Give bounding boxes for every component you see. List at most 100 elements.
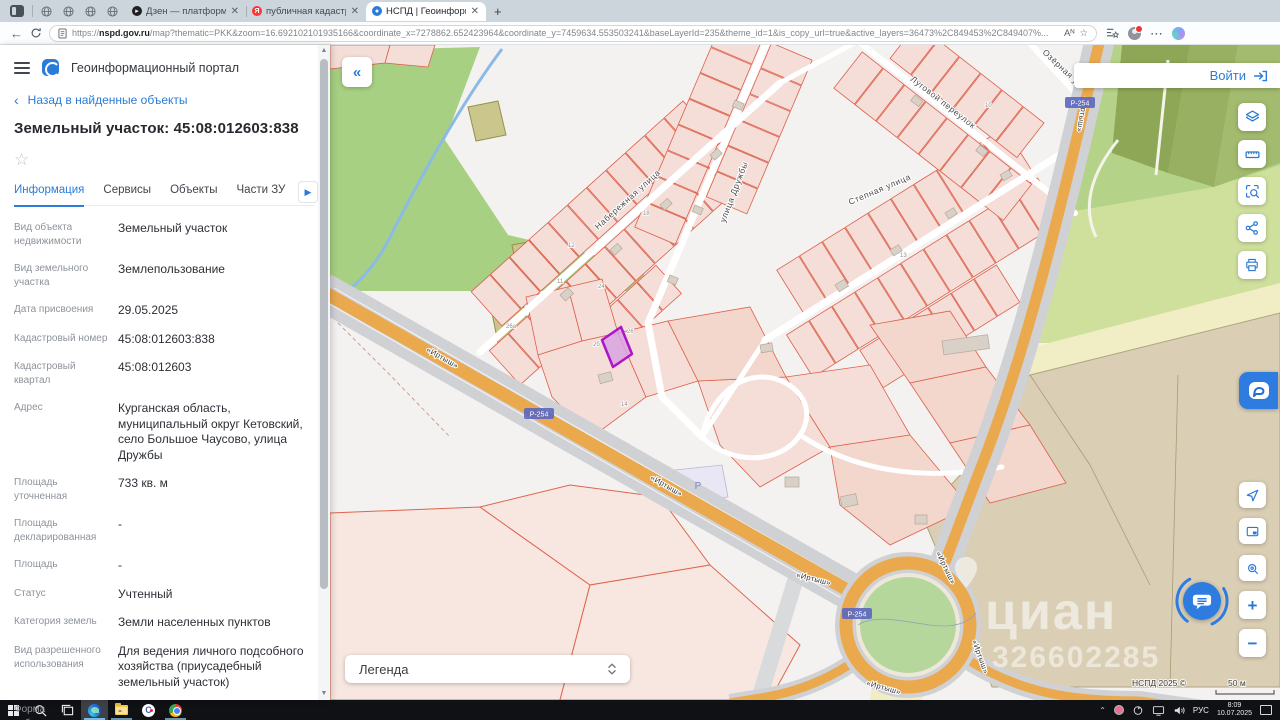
- legend-toggle[interactable]: Легенда: [345, 655, 630, 683]
- globe-icon[interactable]: [107, 6, 118, 17]
- zoom-out-button[interactable]: −: [1239, 629, 1266, 657]
- search-location-icon: [1255, 571, 1258, 574]
- svg-text:Р-254: Р-254: [1071, 101, 1090, 108]
- field-row: Площадь уточненная733 кв. м: [14, 469, 314, 510]
- tray-expand-icon[interactable]: ⌃: [1099, 706, 1106, 715]
- divider: [32, 5, 33, 17]
- globe-icon[interactable]: [41, 6, 52, 17]
- scrollbar-thumb[interactable]: [320, 59, 328, 589]
- tab-parcel-parts[interactable]: Части ЗУ: [237, 184, 286, 205]
- tab-close-icon[interactable]: ✕: [350, 6, 360, 17]
- field-row: Вид разрешенного использованияДля ведени…: [14, 637, 314, 697]
- field-row: Кадастровый номер45:08:012603:838: [14, 325, 314, 354]
- refresh-icon[interactable]: [30, 27, 42, 39]
- legend-label: Легенда: [359, 662, 408, 677]
- dzen-favicon: ▸: [132, 6, 142, 16]
- globe-icon[interactable]: [85, 6, 96, 17]
- measure-button[interactable]: [1238, 140, 1266, 168]
- field-row: Дата присвоения29.05.2025: [14, 296, 314, 325]
- map-canvas[interactable]: Набережная улица улица Дружбы Степная ул…: [330, 45, 1280, 700]
- favorite-star-icon[interactable]: ☆: [1079, 28, 1088, 39]
- locate-me-button[interactable]: [1239, 482, 1266, 508]
- tabs-scroll-right-button[interactable]: ▶: [298, 181, 318, 203]
- browser-addressbar: ← https://nspd.gov.ru/map?thematic=PKK&z…: [0, 22, 1280, 45]
- parcel-number: 12: [568, 243, 575, 249]
- parcel-title: Земельный участок: 45:08:012603:838: [14, 120, 314, 137]
- location-arrow-icon: [1247, 490, 1258, 501]
- hamburger-menu-icon[interactable]: [14, 62, 30, 74]
- zoom-in-button[interactable]: +: [1239, 591, 1266, 619]
- scroll-down-icon[interactable]: ▼: [318, 688, 330, 700]
- portal-logo-icon: [42, 59, 59, 76]
- favorites-list-icon[interactable]: [1106, 27, 1119, 39]
- tab-title: публичная кадастровая карта —: [266, 6, 346, 17]
- clock[interactable]: 8:09 10.07.2025: [1217, 702, 1252, 718]
- tab-objects[interactable]: Объекты: [170, 184, 217, 205]
- language-indicator[interactable]: РУС: [1193, 706, 1209, 715]
- collapse-panel-button[interactable]: «: [342, 57, 372, 87]
- back-icon[interactable]: ←: [10, 27, 23, 40]
- chat-bubble-icon: [1192, 592, 1212, 611]
- scroll-up-icon[interactable]: ▲: [318, 45, 330, 57]
- browser-tab[interactable]: Я публичная кадастровая карта — ✕: [246, 2, 366, 21]
- panel-scrollbar[interactable]: ▲ ▼: [318, 45, 330, 700]
- volume-icon[interactable]: [1173, 705, 1185, 716]
- login-button[interactable]: Войти: [1074, 63, 1280, 88]
- url-text: https://nspd.gov.ru/map?thematic=PKK&zoo…: [72, 28, 1059, 38]
- browser-tab[interactable]: ▸ Дзен — платформа для просмо ✕: [126, 2, 246, 21]
- page-icon[interactable]: [58, 28, 67, 39]
- tab-close-icon[interactable]: ✕: [230, 6, 240, 17]
- messenger-button[interactable]: [1239, 372, 1278, 409]
- tab-close-icon[interactable]: ✕: [470, 6, 480, 17]
- parcel-number: 24: [598, 284, 605, 290]
- back-link-label: Назад в найденные объекты: [28, 93, 188, 107]
- mini-map-button[interactable]: [1239, 518, 1266, 544]
- new-tab-button[interactable]: +: [494, 4, 502, 19]
- tray-sync-icon[interactable]: [1132, 705, 1144, 716]
- support-chat-button[interactable]: [1174, 573, 1230, 629]
- globe-icon[interactable]: [63, 6, 74, 17]
- field-row: Категория земельЗемли населенных пунктов: [14, 608, 314, 637]
- browser-actions: ⋯: [1106, 27, 1185, 40]
- notification-center-icon[interactable]: [1260, 705, 1272, 715]
- url-bar[interactable]: https://nspd.gov.ru/map?thematic=PKK&zoo…: [49, 25, 1097, 42]
- tab-services[interactable]: Сервисы: [103, 184, 151, 205]
- parcel-number: 26а: [506, 324, 517, 330]
- yandex-favicon: Я: [252, 6, 262, 16]
- area-search-button[interactable]: [1238, 177, 1266, 205]
- parcel-number: 18: [643, 211, 650, 217]
- field-row: Площадь-: [14, 551, 314, 580]
- svg-text:326602285: 326602285: [992, 641, 1160, 674]
- browser-tab-active[interactable]: ● НСПД | Геоинформационный по ✕: [366, 2, 486, 21]
- coordinate-search-button[interactable]: [1239, 555, 1266, 581]
- pinned-tabs[interactable]: [41, 6, 118, 17]
- copilot-icon[interactable]: [1172, 27, 1185, 40]
- field-row: Вид земельного участкаЗемлепользование: [14, 255, 314, 296]
- scale-label: 50 м: [1228, 678, 1246, 688]
- tab-information[interactable]: Информация: [14, 184, 84, 205]
- profile-avatar[interactable]: [1128, 27, 1141, 40]
- share-button[interactable]: [1238, 214, 1266, 242]
- read-aloud-icon[interactable]: Aᴺ: [1064, 28, 1074, 39]
- tray-app-icon[interactable]: [1114, 705, 1124, 715]
- parking-icon: Р: [695, 481, 702, 492]
- layers-button[interactable]: [1238, 103, 1266, 131]
- parcel-number: 14: [621, 402, 628, 408]
- network-icon[interactable]: [1152, 705, 1165, 716]
- svg-text:Р-254: Р-254: [848, 612, 867, 619]
- parcel-number: 26: [627, 329, 634, 335]
- layers-icon: [1246, 111, 1258, 121]
- map-image[interactable]: Набережная улица улица Дружбы Степная ул…: [330, 45, 1280, 700]
- tab-title: Дзен — платформа для просмо: [146, 6, 226, 17]
- parcel-number: 10: [985, 103, 992, 109]
- favorite-star-button[interactable]: ☆: [14, 150, 314, 170]
- object-info-panel: Геоинформационный портал ‹ Назад в найде…: [0, 45, 330, 700]
- print-button[interactable]: [1238, 251, 1266, 279]
- panel-tabs: Информация Сервисы Объекты Части ЗУ Сост…: [14, 180, 314, 206]
- back-to-results-link[interactable]: ‹ Назад в найденные объекты: [14, 93, 314, 107]
- parcel-number: 13: [900, 253, 907, 259]
- more-menu-icon[interactable]: ⋯: [1150, 27, 1163, 40]
- field-row: Площадь декларированная-: [14, 510, 314, 551]
- field-row: Форма собственности-: [14, 696, 314, 720]
- vertical-tabs-icon[interactable]: [10, 5, 24, 17]
